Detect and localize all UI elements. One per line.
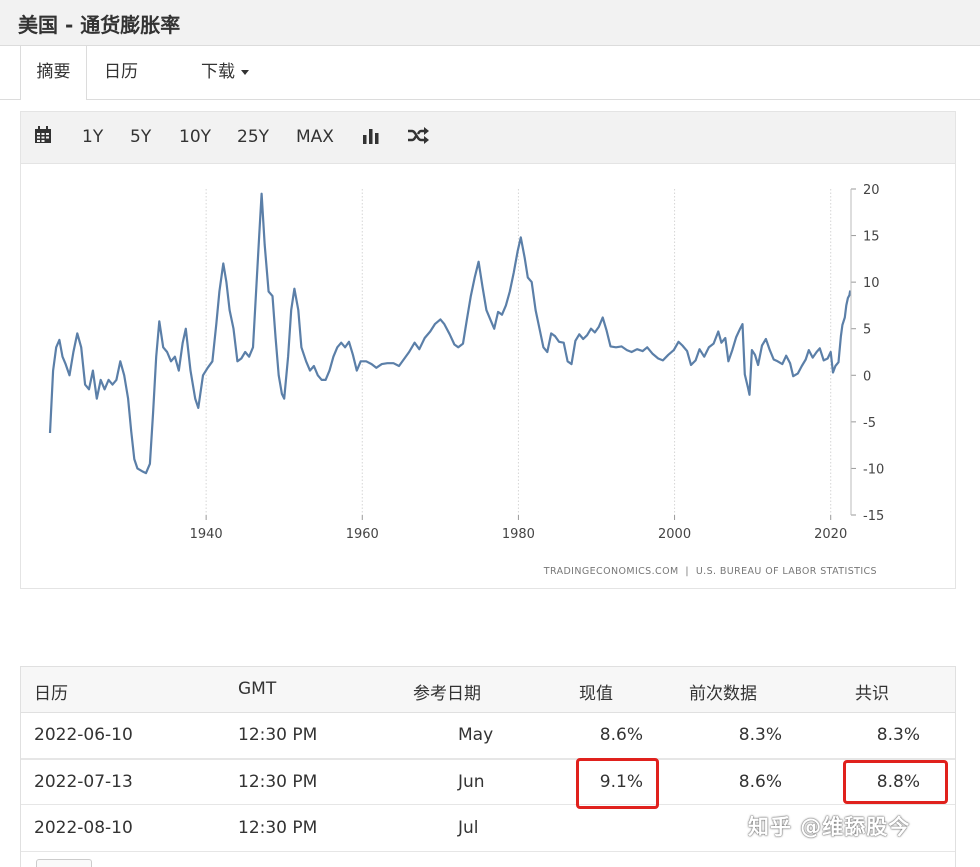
y-tick-label: -10 [863, 462, 884, 477]
header-calendar: 日历 [34, 684, 68, 704]
x-tick-label: 2000 [658, 527, 691, 542]
tab-download[interactable]: 下载 [190, 46, 260, 100]
table-row: 2022-06-10 12:30 PM May 8.6% 8.3% 8.3% [21, 713, 955, 759]
row-time: 12:30 PM [238, 818, 318, 838]
tab-bar: 摘要 日历 下载 [0, 46, 980, 100]
row-date: 2022-06-10 [34, 725, 133, 745]
row-date: 2022-07-13 [34, 772, 133, 792]
row-previous: 8.6% [738, 772, 782, 792]
row-ref: May [458, 725, 494, 745]
actual-highlight-box [576, 758, 659, 809]
header-reference-date: 参考日期 [413, 684, 481, 704]
y-tick-label: -15 [863, 509, 884, 524]
row-actual: 8.6% [599, 725, 643, 745]
header-previous: 前次数据 [689, 684, 757, 704]
row-date: 2022-08-10 [34, 818, 133, 838]
x-tick-label: 1940 [190, 527, 223, 542]
page-title: 美国 - 通货膨胀率 [18, 13, 181, 37]
y-tick-label: 5 [863, 323, 871, 338]
header-actual: 现值 [579, 684, 613, 704]
inflation-series-line [48, 192, 852, 475]
row-ref: Jun [458, 772, 485, 792]
table-header: 日历 GMT 参考日期 现值 前次数据 共识 [21, 667, 955, 713]
chart-toolbar: 1Y 5Y 10Y 25Y MAX [21, 112, 955, 164]
watermark: 知乎 @维舔股今 [748, 815, 911, 839]
range-25y-button[interactable]: 25Y [237, 127, 269, 147]
y-tick-label: 20 [863, 183, 880, 198]
inflation-chart: 20 15 10 5 0 -5 -10 -15 1940 1960 1980 2000 2020 TR… [48, 183, 884, 577]
chart-grid [205, 189, 832, 515]
x-tick-label: 1960 [346, 527, 379, 542]
row-previous: 8.3% [738, 725, 782, 745]
consensus-highlight-box [843, 760, 948, 804]
calendar-icon[interactable] [34, 126, 52, 148]
range-1y-button[interactable]: 1Y [82, 127, 103, 147]
row-consensus: 8.3% [876, 725, 920, 745]
caret-down-icon [241, 69, 249, 75]
chart-panel: 1Y 5Y 10Y 25Y MAX 20 15 10 5 0 -5 -10 -15 1940 [20, 111, 956, 589]
row-ref: Jul [458, 818, 479, 838]
x-tick-label: 1980 [502, 527, 535, 542]
y-tick-label: 15 [863, 230, 880, 245]
row-time: 12:30 PM [238, 772, 318, 792]
y-tick-label: -5 [863, 416, 876, 431]
y-axis-ticks: 20 15 10 5 0 -5 -10 -15 [850, 183, 884, 524]
title-bar: 美国 - 通货膨胀率 [0, 0, 980, 46]
range-max-button[interactable]: MAX [296, 127, 334, 147]
tab-summary[interactable]: 摘要 [20, 46, 87, 100]
x-tick-label: 2020 [814, 527, 847, 542]
header-consensus: 共识 [855, 684, 889, 704]
x-axis-ticks: 1940 1960 1980 2000 2020 [190, 515, 847, 542]
pagination-stub [36, 859, 92, 867]
bar-chart-icon[interactable] [362, 128, 380, 148]
table-row: 2022-07-13 12:30 PM Jun 9.1% 8.6% 8.8% [21, 759, 955, 805]
y-tick-label: 0 [863, 369, 871, 384]
row-time: 12:30 PM [238, 725, 318, 745]
range-5y-button[interactable]: 5Y [130, 127, 151, 147]
range-10y-button[interactable]: 10Y [179, 127, 211, 147]
chart-source: TRADINGECONOMICS.COM | U.S. BUREAU OF LA… [543, 566, 877, 577]
y-tick-label: 10 [863, 276, 880, 291]
tab-calendar[interactable]: 日历 [88, 46, 154, 100]
header-gmt: GMT [238, 679, 277, 699]
shuffle-icon[interactable] [407, 127, 429, 148]
tab-download-label: 下载 [201, 62, 235, 82]
